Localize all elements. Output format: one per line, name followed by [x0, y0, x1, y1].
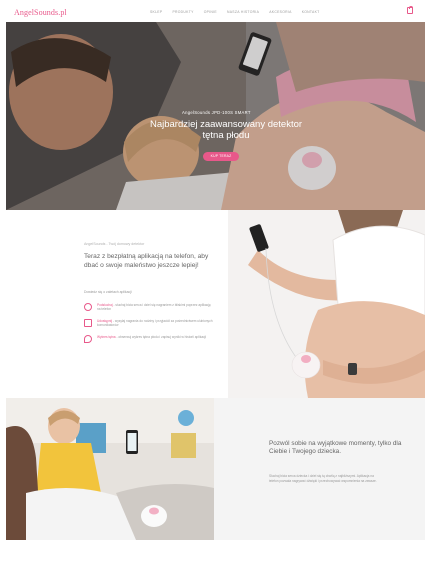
- app-section-title: Teraz z bezpłatną aplikacją na telefon, …: [84, 253, 209, 269]
- feature-item: Udostępnij - wysyłaj nagrania do rodziny…: [84, 318, 214, 328]
- nav-item-shop[interactable]: Sklep: [150, 10, 162, 14]
- hero-title: Najbardziej zaawansowany detektor tętna …: [149, 119, 303, 141]
- hero-overlay: [6, 22, 425, 210]
- waveform-icon: [84, 303, 92, 311]
- hero-subtitle: AngelSounds JPD-100S SMART: [182, 110, 251, 115]
- heart-icon: [84, 334, 92, 343]
- feature-list: Podsłuchaj - słuchaj bicia serca i dziel…: [84, 303, 214, 346]
- moments-panel: Pozwól sobie na wyjątkowe momenty, tylko…: [214, 398, 425, 540]
- nav-item-contact[interactable]: Kontakt: [302, 10, 320, 14]
- app-section-description: Dowiedz się o zaletach aplikacji: [84, 290, 132, 294]
- feature-item: Podsłuchaj - słuchaj bicia serca i dziel…: [84, 303, 214, 312]
- pregnant-woman-photo: [228, 210, 425, 398]
- feature-name: Podsłuchaj: [97, 303, 113, 307]
- site-header: AngelSounds.pl Sklep Produkty Opinie Nas…: [0, 0, 431, 22]
- hero-banner: AngelSounds JPD-100S SMART Najbardziej z…: [6, 22, 425, 210]
- section-breadcrumb: AngelSounds - Twój domowy detektor: [84, 242, 145, 246]
- family-photo: [6, 398, 214, 540]
- moments-body: Słuchaj bicia serca dziecka i dziel się …: [269, 474, 377, 483]
- shopping-bag-icon[interactable]: [407, 5, 413, 14]
- feature-name: Wykres tętna: [97, 334, 116, 339]
- feature-name: Udostępnij: [97, 318, 113, 323]
- app-section: AngelSounds - Twój domowy detektor Teraz…: [6, 210, 425, 398]
- buy-now-button[interactable]: Kup teraz: [203, 152, 239, 161]
- main-nav: Sklep Produkty Opinie Nasza historia Akc…: [150, 10, 320, 14]
- logo[interactable]: AngelSounds.pl: [14, 8, 67, 17]
- feature-text: - obserwuj wykres tętna płodu i zapisuj …: [115, 334, 207, 339]
- feature-text: - słuchaj bicia serca i dziel się nagran…: [97, 303, 211, 312]
- feature-item: Wykres tętna - obserwuj wykres tętna pło…: [84, 334, 214, 343]
- nav-item-history[interactable]: Nasza historia: [227, 10, 259, 14]
- nav-item-accessories[interactable]: Akcesoria: [269, 10, 291, 14]
- nav-item-products[interactable]: Produkty: [172, 10, 193, 14]
- nav-item-reviews[interactable]: Opinie: [204, 10, 217, 14]
- moments-title: Pozwól sobie na wyjątkowe momenty, tylko…: [269, 440, 402, 456]
- feature-text: - wysyłaj nagrania do rodziny i przyjaci…: [97, 318, 213, 328]
- share-icon: [84, 318, 92, 327]
